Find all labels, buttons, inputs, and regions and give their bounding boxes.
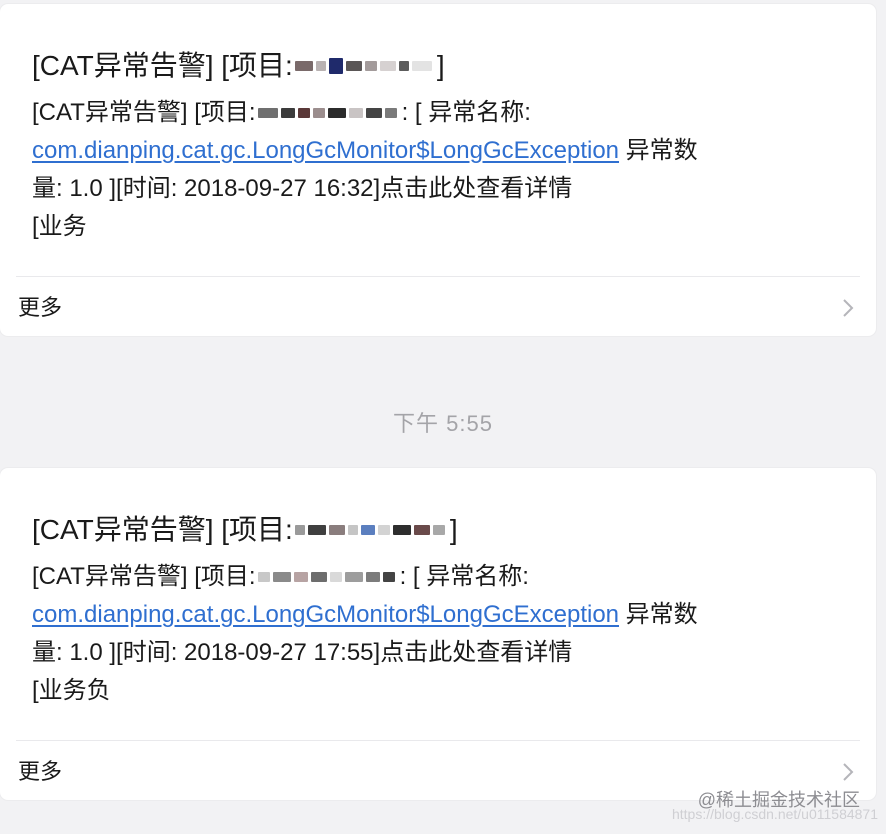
message-title-suffix: ]	[436, 50, 445, 81]
message-body-line-2: com.dianping.cat.gc.LongGcMonitor$LongGc…	[32, 132, 832, 170]
redacted-project-name	[294, 518, 448, 542]
more-label: 更多	[18, 759, 63, 784]
chevron-right-icon	[843, 299, 854, 317]
message-title: [CAT异常告警] [项目: ]	[32, 46, 445, 86]
more-label: 更多	[18, 295, 63, 320]
message-body: [CAT异常告警] [项目: : [ 异常名称: com.dianping.ca…	[32, 558, 832, 710]
message-body-line-4: [业务负	[32, 672, 832, 710]
chevron-right-icon	[843, 763, 854, 781]
message-line3: 量: 1.0 ][时间: 2018-09-27 17:55]点击此处查看详情	[32, 639, 573, 666]
exception-link[interactable]: com.dianping.cat.gc.LongGcMonitor$LongGc…	[32, 596, 619, 634]
redacted-project-detail	[257, 565, 398, 589]
message-title-suffix: ]	[449, 514, 458, 545]
message-body: [CAT异常告警] [项目: : [ 异常名称: com.dianping.ca…	[32, 94, 832, 246]
message-title-prefix: [CAT异常告警] [项目:	[32, 50, 293, 81]
message-timestamp: 下午 5:55	[393, 411, 493, 436]
message-line1-prefix: [CAT异常告警] [项目:	[32, 563, 256, 590]
message-line1-prefix: [CAT异常告警] [项目:	[32, 99, 256, 126]
redacted-project-detail	[257, 101, 400, 125]
message-line2-tail: 异常数	[619, 601, 698, 628]
message-body-line-3[interactable]: 量: 1.0 ][时间: 2018-09-27 17:55]点击此处查看详情	[32, 634, 832, 672]
message-body-line-1: [CAT异常告警] [项目: : [ 异常名称:	[32, 94, 832, 132]
message-body-line-1: [CAT异常告警] [项目: : [ 异常名称:	[32, 558, 832, 596]
watermark-url: https://blog.csdn.net/u011584871	[671, 806, 878, 822]
message-line3: 量: 1.0 ][时间: 2018-09-27 16:32]点击此处查看详情	[32, 175, 573, 202]
message-card-2[interactable]: [CAT异常告警] [项目: ] [CAT异常告警] [项目: : [ 异常名称…	[0, 468, 876, 800]
message-line1-suffix: : [ 异常名称:	[401, 99, 531, 126]
message-body-line-4: [业务	[32, 208, 832, 246]
message-line4: [业务	[32, 213, 87, 240]
redacted-project-name	[294, 54, 435, 78]
message-body-line-3[interactable]: 量: 1.0 ][时间: 2018-09-27 16:32]点击此处查看详情	[32, 170, 832, 208]
message-title-prefix: [CAT异常告警] [项目:	[32, 514, 293, 545]
message-title: [CAT异常告警] [项目: ]	[32, 510, 458, 550]
more-button[interactable]: 更多	[0, 277, 876, 336]
exception-link[interactable]: com.dianping.cat.gc.LongGcMonitor$LongGc…	[32, 132, 619, 170]
message-body-line-2: com.dianping.cat.gc.LongGcMonitor$LongGc…	[32, 596, 832, 634]
message-line2-tail: 异常数	[619, 137, 698, 164]
message-line4: [业务负	[32, 677, 111, 704]
message-line1-suffix: : [ 异常名称:	[399, 563, 529, 590]
message-card-1[interactable]: [CAT异常告警] [项目: ] [CAT异常告警] [项目: : [ 异常名称…	[0, 4, 876, 336]
